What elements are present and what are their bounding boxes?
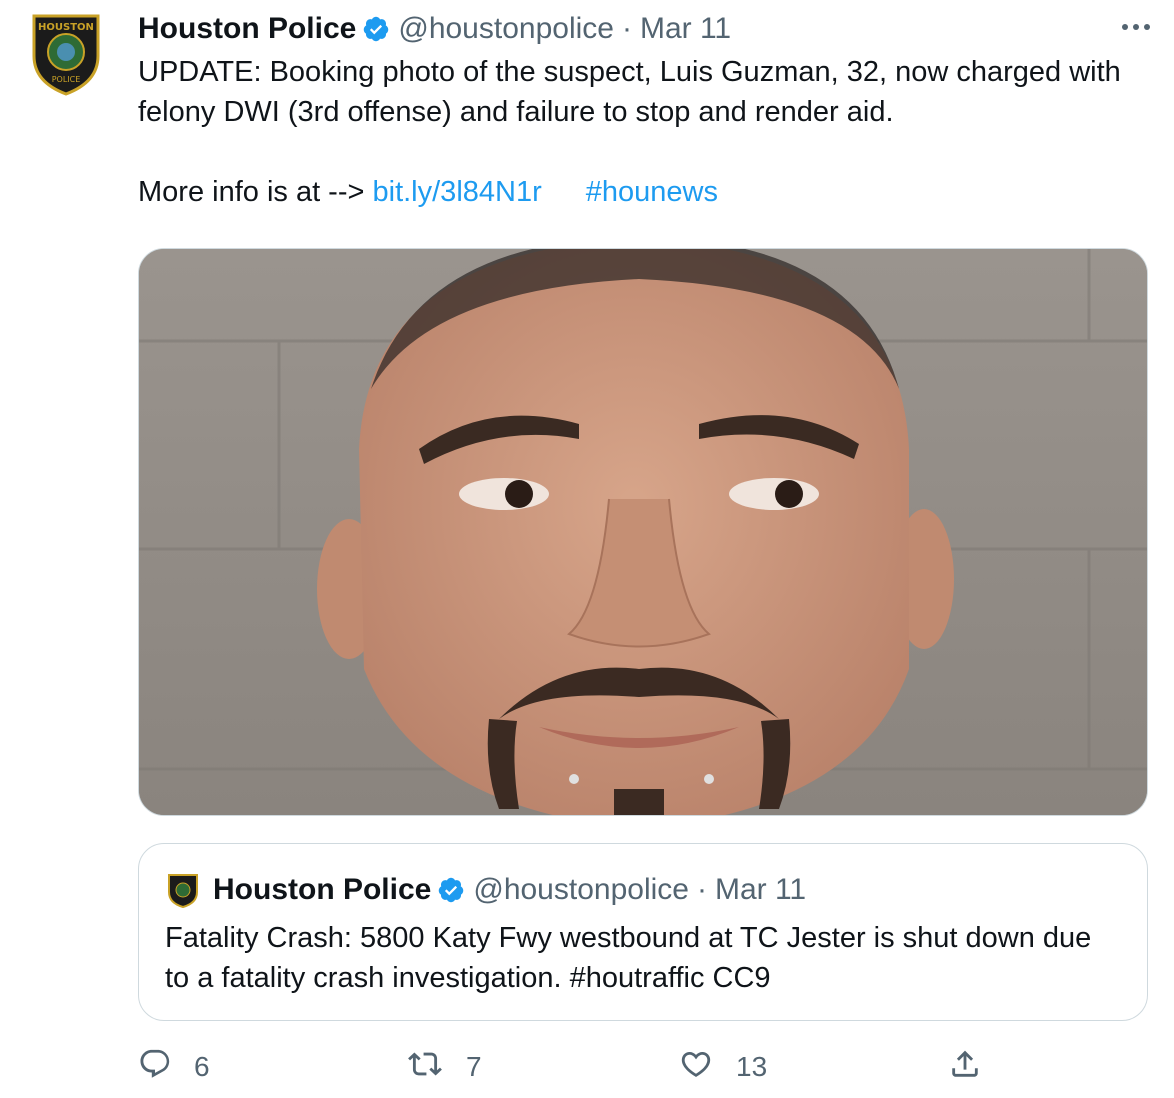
more-info-text: More info is at --> xyxy=(138,176,365,208)
tweet-actions: 6 7 13 xyxy=(138,1043,1148,1091)
share-button[interactable] xyxy=(948,1043,982,1091)
author-handle[interactable]: @houstonpolice xyxy=(398,12,614,46)
quoted-tweet-text: Fatality Crash: 5800 Katy Fwy westbound … xyxy=(165,922,1092,994)
retweet-icon xyxy=(406,1047,444,1088)
quoted-author-handle: @houstonpolice xyxy=(473,873,689,906)
quoted-tweet-date: Mar 11 xyxy=(714,873,807,906)
author-name[interactable]: Houston Police xyxy=(138,12,356,46)
author-avatar[interactable]: HOUSTON POLICE xyxy=(22,4,110,100)
tweet-text: UPDATE: Booking photo of the suspect, Lu… xyxy=(138,52,1148,212)
heart-icon xyxy=(678,1047,714,1088)
tweet-date[interactable]: Mar 11 xyxy=(640,12,731,46)
like-count: 13 xyxy=(736,1051,768,1082)
booking-photo[interactable] xyxy=(138,248,1148,816)
share-icon xyxy=(948,1047,982,1088)
quoted-tweet[interactable]: Houston Police @houstonpolice · Mar 11 F… xyxy=(138,843,1148,1021)
bitly-link[interactable]: bit.ly/3l84N1r xyxy=(373,176,542,208)
tweet-text-line: UPDATE: Booking photo of the suspect, Lu… xyxy=(138,56,1121,128)
quoted-author-avatar[interactable] xyxy=(165,872,201,908)
svg-text:POLICE: POLICE xyxy=(52,75,81,84)
separator-dot: · xyxy=(621,12,632,45)
hashtag-hounews[interactable]: #hounews xyxy=(586,176,718,208)
separator-dot: · xyxy=(696,873,707,906)
verified-badge-icon xyxy=(362,15,390,43)
retweet-count: 7 xyxy=(466,1051,482,1082)
houston-police-badge-logo: HOUSTON POLICE xyxy=(32,14,100,96)
retweet-button[interactable]: 7 xyxy=(406,1043,482,1091)
more-options-icon[interactable] xyxy=(1116,12,1156,42)
reply-icon xyxy=(138,1047,172,1088)
quoted-author-name: Houston Police xyxy=(213,873,432,906)
tweet-text-more-line: More info is at --> bit.ly/3l84N1r #houne… xyxy=(138,172,1148,212)
reply-count: 6 xyxy=(194,1051,210,1082)
svg-text:HOUSTON: HOUSTON xyxy=(38,22,94,33)
quoted-tweet-header: Houston Police @houstonpolice · Mar 11 xyxy=(165,870,806,910)
verified-badge-icon xyxy=(437,876,465,904)
reply-button[interactable]: 6 xyxy=(138,1043,210,1091)
tweet-header: Houston Police @houstonpolice · Mar 11 xyxy=(138,8,731,50)
like-button[interactable]: 13 xyxy=(678,1043,767,1091)
